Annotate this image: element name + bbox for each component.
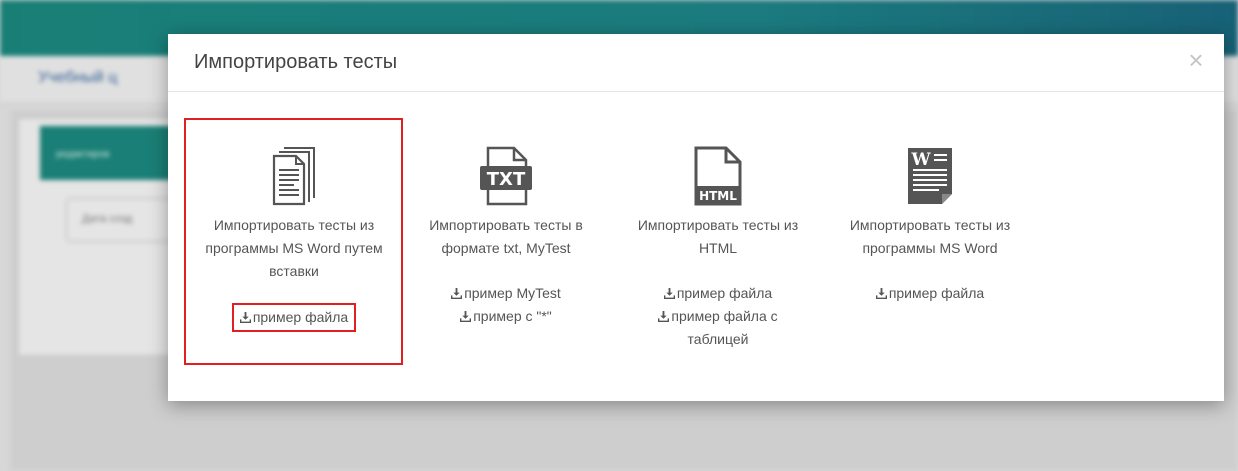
word-file-icon: W <box>908 148 952 204</box>
option-word[interactable]: W Импортировать тесты из программы MS Wo… <box>830 118 1030 305</box>
download-icon <box>663 288 675 299</box>
import-tests-modal: Импортировать тесты × Импортировать тест… <box>168 34 1224 401</box>
link-label: пример с "*" <box>473 308 552 324</box>
option-txt[interactable]: TXT Импортировать тесты в формате txt, M… <box>406 118 606 328</box>
icon-text: HTML <box>699 189 737 203</box>
option-html[interactable]: HTML Импортировать тесты из HTML пример … <box>618 118 818 351</box>
download-icon <box>451 288 463 299</box>
option-label: Импортировать тесты из HTML <box>637 217 799 256</box>
close-button[interactable]: × <box>1184 44 1208 76</box>
sample-file-table-link[interactable]: пример файла с таблицей <box>643 305 793 351</box>
link-label: пример MyTest <box>464 285 561 301</box>
option-label: Импортировать тесты в формате txt, MyTes… <box>429 217 583 256</box>
download-icon <box>875 288 887 299</box>
icon-text: W <box>910 150 931 170</box>
modal-title: Импортировать тесты <box>194 51 398 73</box>
download-icon <box>460 311 472 322</box>
highlight-box <box>184 118 403 365</box>
sample-mytest-link[interactable]: пример MyTest <box>451 282 561 305</box>
link-label: пример файла с таблицей <box>671 308 778 347</box>
txt-file-icon: TXT <box>480 146 532 206</box>
link-label: пример файла <box>676 285 773 301</box>
option-label: Импортировать тесты из программы MS Word <box>849 217 1011 256</box>
download-icon <box>658 311 670 322</box>
modal-header: Импортировать тесты × <box>168 34 1224 92</box>
icon-text: TXT <box>487 169 526 190</box>
link-label: пример файла <box>888 285 985 301</box>
sample-asterisk-link[interactable]: пример с "*" <box>460 305 552 328</box>
sample-file-link[interactable]: пример файла <box>875 282 985 305</box>
sample-file-link[interactable]: пример файла <box>663 282 773 305</box>
html-file-icon: HTML <box>694 146 742 206</box>
